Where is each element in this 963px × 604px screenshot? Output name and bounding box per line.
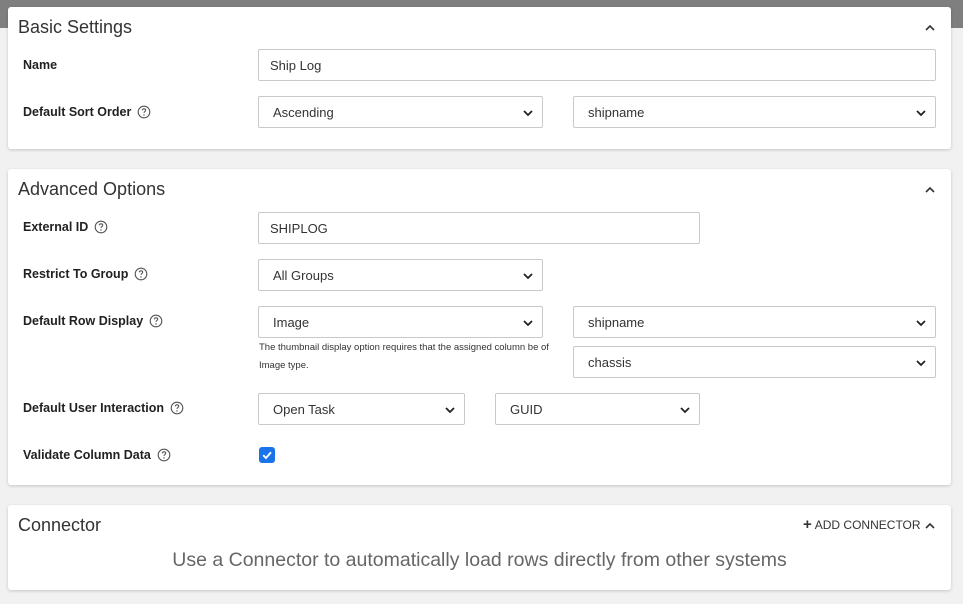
sort-direction-select[interactable]: Ascending xyxy=(258,96,543,128)
chevron-down-icon xyxy=(444,404,456,416)
select-value: All Groups xyxy=(273,267,334,283)
chevron-up-icon[interactable] xyxy=(923,21,937,35)
label-text: External ID xyxy=(23,220,89,234)
chevron-down-icon xyxy=(522,270,534,282)
select-value: Image xyxy=(273,314,310,330)
name-input[interactable]: Ship Log xyxy=(258,49,936,81)
label-text: Restrict To Group xyxy=(23,267,129,281)
external-id-label: External ID xyxy=(23,220,108,234)
connector-card: Connector + ADD CONNECTOR Use a Connecto… xyxy=(8,505,951,590)
row-display-hint: The thumbnail display option requires th… xyxy=(259,342,549,371)
chevron-up-icon[interactable] xyxy=(923,519,937,533)
restrict-group-select[interactable]: All Groups xyxy=(258,259,543,291)
select-value: shipname xyxy=(588,104,645,120)
label-text: Name xyxy=(23,58,58,72)
chevron-down-icon xyxy=(915,107,927,119)
chevron-up-icon[interactable] xyxy=(923,183,937,197)
restrict-group-label: Restrict To Group xyxy=(23,267,148,281)
checkmark-icon xyxy=(262,451,272,460)
row-display-select[interactable]: Image xyxy=(258,306,543,338)
user-interaction-label: Default User Interaction xyxy=(23,401,184,415)
help-circle-icon[interactable] xyxy=(134,267,148,281)
chevron-down-icon xyxy=(915,357,927,369)
plus-icon: + xyxy=(803,516,812,533)
sort-order-label: Default Sort Order xyxy=(23,105,151,119)
sort-column-select[interactable]: shipname xyxy=(573,96,936,128)
add-connector-button[interactable]: + ADD CONNECTOR xyxy=(803,516,921,533)
chevron-down-icon xyxy=(522,317,534,329)
card-title: Connector xyxy=(18,515,102,535)
connector-empty-message: Use a Connector to automatically load ro… xyxy=(172,549,787,571)
chevron-down-icon xyxy=(915,317,927,329)
select-value: Ascending xyxy=(273,104,334,120)
label-text: Default User Interaction xyxy=(23,401,165,415)
label-text: Default Row Display xyxy=(23,314,144,328)
card-title: Basic Settings xyxy=(18,17,133,37)
chevron-down-icon xyxy=(679,404,691,416)
validate-checkbox[interactable] xyxy=(259,447,275,463)
help-circle-icon[interactable] xyxy=(94,220,108,234)
validate-label: Validate Column Data xyxy=(23,448,171,462)
row-display-label: Default Row Display xyxy=(23,314,163,328)
interaction-column-select[interactable]: GUID xyxy=(495,393,700,425)
select-value: Open Task xyxy=(273,401,335,417)
basic-settings-card: Basic Settings Name Ship Log Default Sor… xyxy=(8,7,951,149)
help-circle-icon[interactable] xyxy=(157,448,171,462)
row-display-column-select-2[interactable]: chassis xyxy=(573,346,936,378)
chevron-down-icon xyxy=(522,107,534,119)
help-circle-icon[interactable] xyxy=(149,314,163,328)
external-id-input[interactable]: SHIPLOG xyxy=(258,212,700,244)
row-display-column-select-1[interactable]: shipname xyxy=(573,306,936,338)
label-text: Default Sort Order xyxy=(23,105,132,119)
select-value: GUID xyxy=(510,401,543,417)
help-circle-icon[interactable] xyxy=(137,105,151,119)
name-label: Name xyxy=(23,58,57,72)
user-interaction-select[interactable]: Open Task xyxy=(258,393,465,425)
help-circle-icon[interactable] xyxy=(170,401,184,415)
select-value: chassis xyxy=(588,354,632,370)
add-connector-label: ADD CONNECTOR xyxy=(814,518,921,532)
advanced-options-card: Advanced Options External ID SHIPLOG Res… xyxy=(8,169,951,485)
select-value: shipname xyxy=(588,314,645,330)
label-text: Validate Column Data xyxy=(23,448,151,462)
card-title: Advanced Options xyxy=(18,179,166,199)
